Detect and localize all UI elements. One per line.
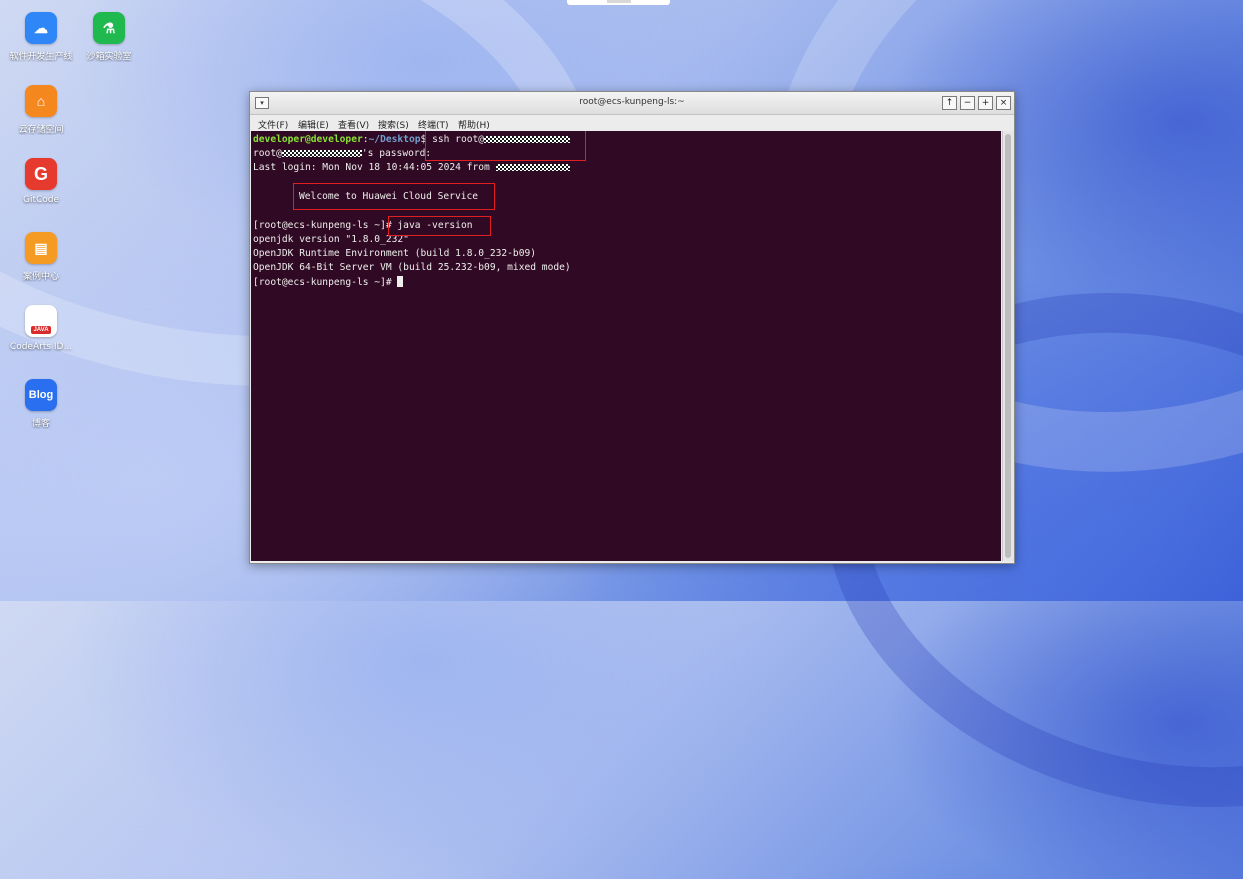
cloud-devops-icon: ☁ [25,12,57,44]
blog-icon: Blog [25,379,57,411]
terminal-line: [root@ecs-kunpeng-ls ~]# [253,276,404,288]
terminal-scrollbar[interactable] [1002,131,1014,561]
redacted-ip [495,164,570,171]
prompt-user: developer@developer [253,134,363,145]
desktop-icon-label: 云存储空间 [18,125,64,135]
menu-terminal[interactable]: 终端(T) [418,118,449,131]
java-output-line: OpenJDK Runtime Environment (build 1.8.0… [253,248,537,259]
desktop-icon-label: 软件开发生产线 [9,52,73,62]
maximize-button[interactable]: + [978,96,993,110]
text-cursor [397,276,404,287]
highlight-box-java [388,216,491,236]
scrollbar-thumb[interactable] [1005,134,1011,558]
desktop-icon-codearts-idea[interactable]: JAVA CodeArts ID... [6,305,76,352]
cloud-storage-icon: ⌂ [25,85,57,117]
desktop-icon-label: CodeArts ID... [9,342,73,352]
menu-view[interactable]: 查看(V) [338,118,369,131]
top-panel-handle-grip [607,0,631,3]
desktop-icon-gitcode[interactable]: G GitCode [6,158,76,205]
minimize-button[interactable]: − [960,96,975,110]
desktop-icon-label: 沙箱实验室 [86,52,132,62]
desktop-icon-label: 案例中心 [22,272,59,282]
flask-lab-icon: ⚗ [93,12,125,44]
root-prompt: [root@ecs-kunpeng-ls ~]# [253,220,398,231]
last-login-text: Last login: Mon Nov 18 10:44:05 2024 fro… [253,162,496,173]
window-title: root@ecs-kunpeng-ls:~ [579,97,685,107]
password-prompt: 's password: [361,148,432,159]
menu-edit[interactable]: 编辑(E) [298,118,329,131]
close-button[interactable]: × [996,96,1011,110]
desktop-icon-label: 博客 [31,419,50,429]
terminal-window[interactable]: ▾ root@ecs-kunpeng-ls:~ ↑ − + × 文件(F) 编辑… [249,91,1015,564]
java-output-line: openjdk version "1.8.0_232" [253,234,409,245]
terminal-line: Last login: Mon Nov 18 10:44:05 2024 fro… [253,162,570,173]
password-prefix: root@ [253,148,282,159]
menu-file[interactable]: 文件(F) [258,118,288,131]
desktop-icon-sandbox-lab[interactable]: ⚗ 沙箱实验室 [74,12,144,62]
java-badge: JAVA [31,326,51,334]
codearts-java-icon: JAVA [25,305,57,337]
gitcode-icon: G [25,158,57,190]
desktop-icon-blog[interactable]: Blog 博客 [6,379,76,429]
terminal-line: root@ 's password: [253,148,431,159]
prompt-path: ~/Desktop [368,134,421,145]
shade-button[interactable]: ↑ [942,96,957,110]
terminal-output[interactable]: developer@developer:~/Desktop$ ssh root@… [251,131,1001,561]
desktop-icon-cloud-storage[interactable]: ⌂ 云存储空间 [6,85,76,135]
desktop-icon-devops[interactable]: ☁ 软件开发生产线 [6,12,76,62]
case-center-icon: ▤ [25,232,57,264]
root-prompt: [root@ecs-kunpeng-ls ~]# [253,277,398,288]
menu-bar: 文件(F) 编辑(E) 查看(V) 搜索(S) 终端(T) 帮助(H) [250,115,1014,131]
menu-help[interactable]: 帮助(H) [458,118,490,131]
highlight-box-ssh [425,131,586,161]
window-titlebar[interactable]: ▾ root@ecs-kunpeng-ls:~ ↑ − + × [250,92,1014,115]
highlight-box-welcome [293,183,495,210]
desktop-icon-label: GitCode [22,195,60,205]
redacted-host [281,150,362,157]
menu-search[interactable]: 搜索(S) [378,118,409,131]
java-output-line: OpenJDK 64-Bit Server VM (build 25.232-b… [253,262,571,273]
desktop-icon-case-center[interactable]: ▤ 案例中心 [6,232,76,282]
